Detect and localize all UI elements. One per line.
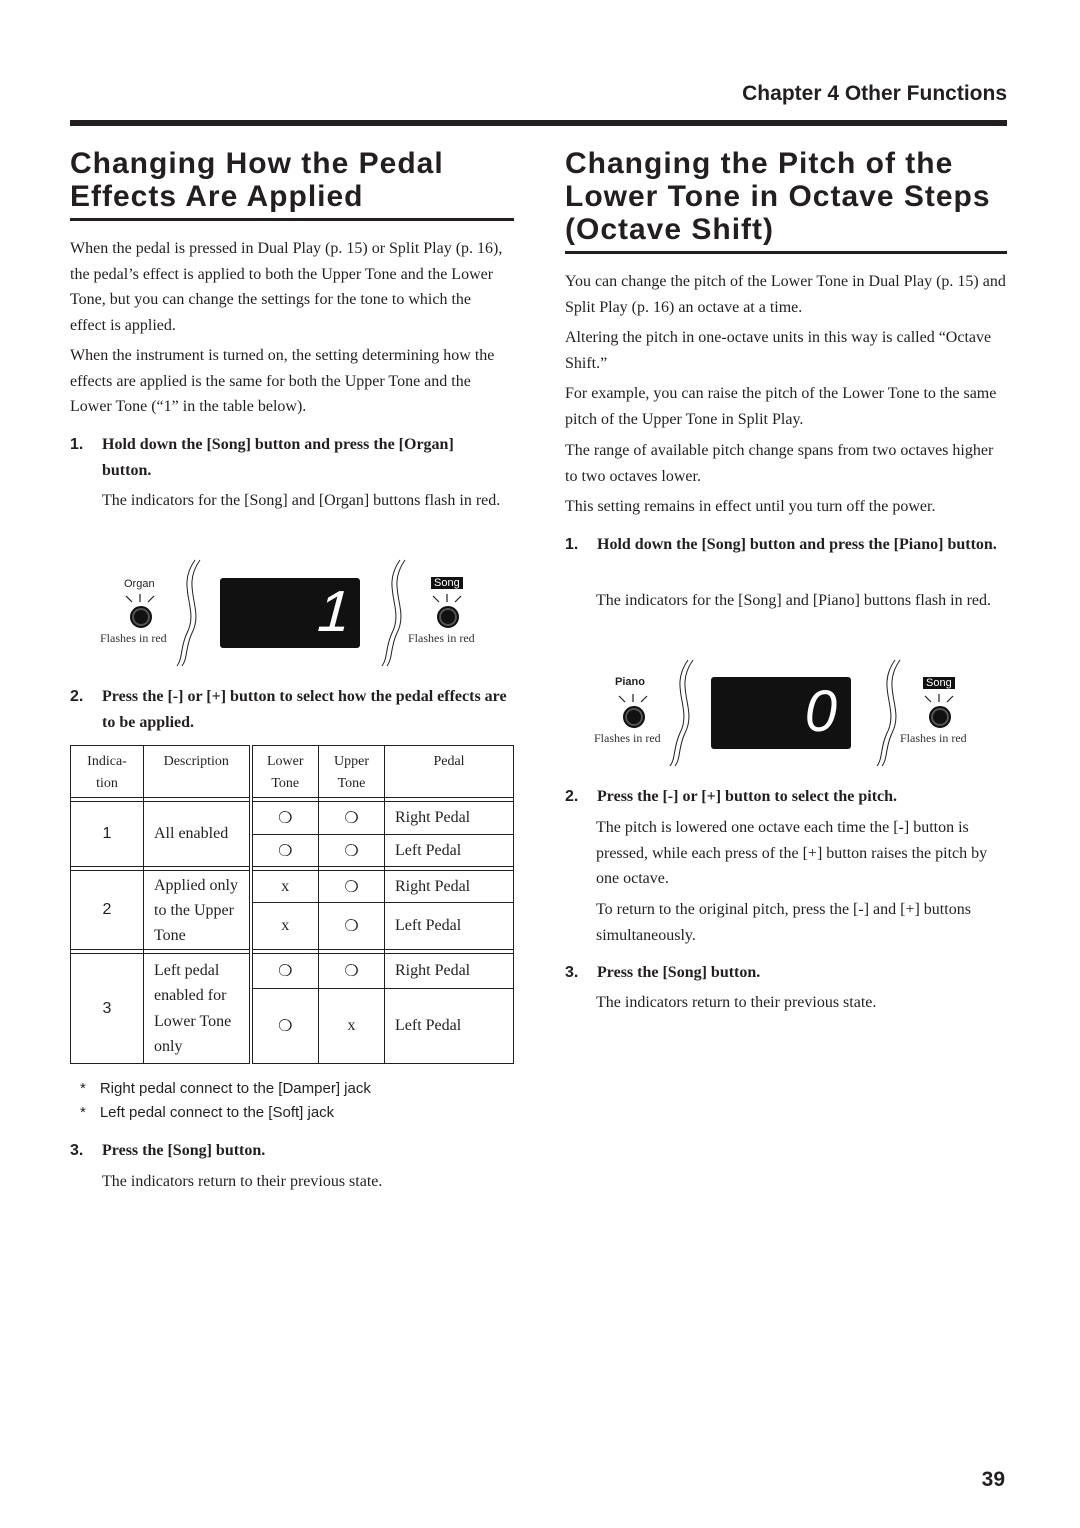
step-2-text: The pitch is lowered one octave each tim…	[596, 819, 988, 887]
header-description: Description	[143, 745, 253, 798]
footnote: * Right pedal connect to the [Damper] jac…	[80, 1080, 371, 1097]
paragraph: This setting remains in effect until you…	[565, 498, 936, 515]
header-indication: Indica- tion	[70, 745, 144, 798]
flash-caption: Flashes in red	[900, 731, 967, 745]
piano-label: Piano	[615, 676, 645, 688]
table-row: 3 Left pedal enabled for Lower Tone only…	[70, 953, 514, 1064]
title-line: Lower Tone in Octave Steps	[565, 180, 991, 213]
title-line: Changing How the Pedal	[70, 147, 444, 180]
display-screen: 1	[220, 578, 360, 648]
organ-label: Organ	[124, 578, 155, 590]
paragraph: When the instrument is turned on, the se…	[70, 347, 495, 415]
title-line: Changing the Pitch of the	[565, 147, 954, 180]
title-line: (Octave Shift)	[565, 213, 775, 246]
left-section-title: Changing How the Pedal Effects Are Appli…	[70, 147, 515, 213]
header-rule	[70, 120, 1007, 126]
step-1-text: The indicators for the [Song] and [Piano…	[596, 592, 992, 609]
footnote: * Left pedal connect to the [Soft] jack	[80, 1104, 335, 1121]
song-label: Song	[923, 677, 955, 689]
flash-caption: Flashes in red	[408, 631, 475, 645]
flash-caption: Flashes in red	[100, 631, 167, 645]
display-digit: 1	[315, 579, 353, 644]
break-line-icon	[669, 659, 694, 767]
step-3-text: The indicators return to their previous …	[596, 994, 877, 1011]
step-3-text: The indicators return to their previous …	[102, 1173, 383, 1190]
paragraph: You can change the pitch of the Lower To…	[565, 273, 1006, 316]
display-screen: 0	[711, 677, 851, 749]
step-2-text: To return to the original pitch, press t…	[596, 901, 971, 944]
song-label: Song	[431, 577, 463, 589]
panel-diagram: Piano Flashes in red 0 Song Flashes in r…	[565, 658, 1010, 768]
title-underline	[565, 251, 1007, 254]
header-pedal: Pedal	[384, 745, 514, 798]
organ-button-icon	[130, 606, 152, 628]
display-digit: 0	[804, 679, 837, 744]
step-2-heading: 2. Press the [-] or [+] button to select …	[565, 788, 898, 805]
paragraph: The range of available pitch change span…	[565, 442, 994, 485]
pedal-settings-table: Indica- tion Description Lower Tone Uppe…	[70, 745, 514, 1064]
page-number: 39	[981, 1468, 1005, 1491]
step-1-text: The indicators for the [Song] and [Organ…	[102, 492, 501, 509]
flash-caption: Flashes in red	[594, 731, 661, 745]
step-3-heading: 3. Press the [Song] button.	[565, 964, 761, 981]
table-row: 1 All enabled ❍ ❍ Right Pedal	[70, 801, 514, 867]
chapter-header: Chapter 4 Other Functions	[742, 82, 1007, 105]
panel-diagram: Organ Flashes in red 1 Song Flashes in r…	[70, 558, 515, 668]
song-button-icon	[437, 606, 459, 628]
table-row: 2 Applied only to the Upper Tone x ❍ Rig…	[70, 870, 514, 950]
step-1-heading: 1. Hold down the [Song] button and press …	[565, 536, 997, 553]
step-3-heading: 3. Press the [Song] button.	[70, 1142, 266, 1159]
break-line-icon	[381, 559, 406, 667]
piano-button-icon	[623, 706, 645, 728]
header-lower-tone: Lower Tone	[250, 745, 319, 798]
title-underline	[70, 218, 514, 221]
right-section-title: Changing the Pitch of the Lower Tone in …	[565, 147, 1010, 246]
title-line: Effects Are Applied	[70, 180, 364, 213]
table-header-row: Indica- tion Description Lower Tone Uppe…	[70, 745, 514, 798]
song-button-icon	[929, 706, 951, 728]
paragraph: Altering the pitch in one-octave units i…	[565, 329, 992, 372]
break-line-icon	[176, 559, 201, 667]
paragraph: When the pedal is pressed in Dual Play (…	[70, 240, 503, 334]
header-upper-tone: Upper Tone	[318, 745, 385, 798]
step-1-heading: 1. Hold down the [Song] button and press …	[70, 436, 454, 479]
paragraph: For example, you can raise the pitch of …	[565, 385, 997, 428]
step-2-heading: 2. Press the [-] or [+] button to select …	[70, 688, 507, 731]
break-line-icon	[876, 659, 901, 767]
